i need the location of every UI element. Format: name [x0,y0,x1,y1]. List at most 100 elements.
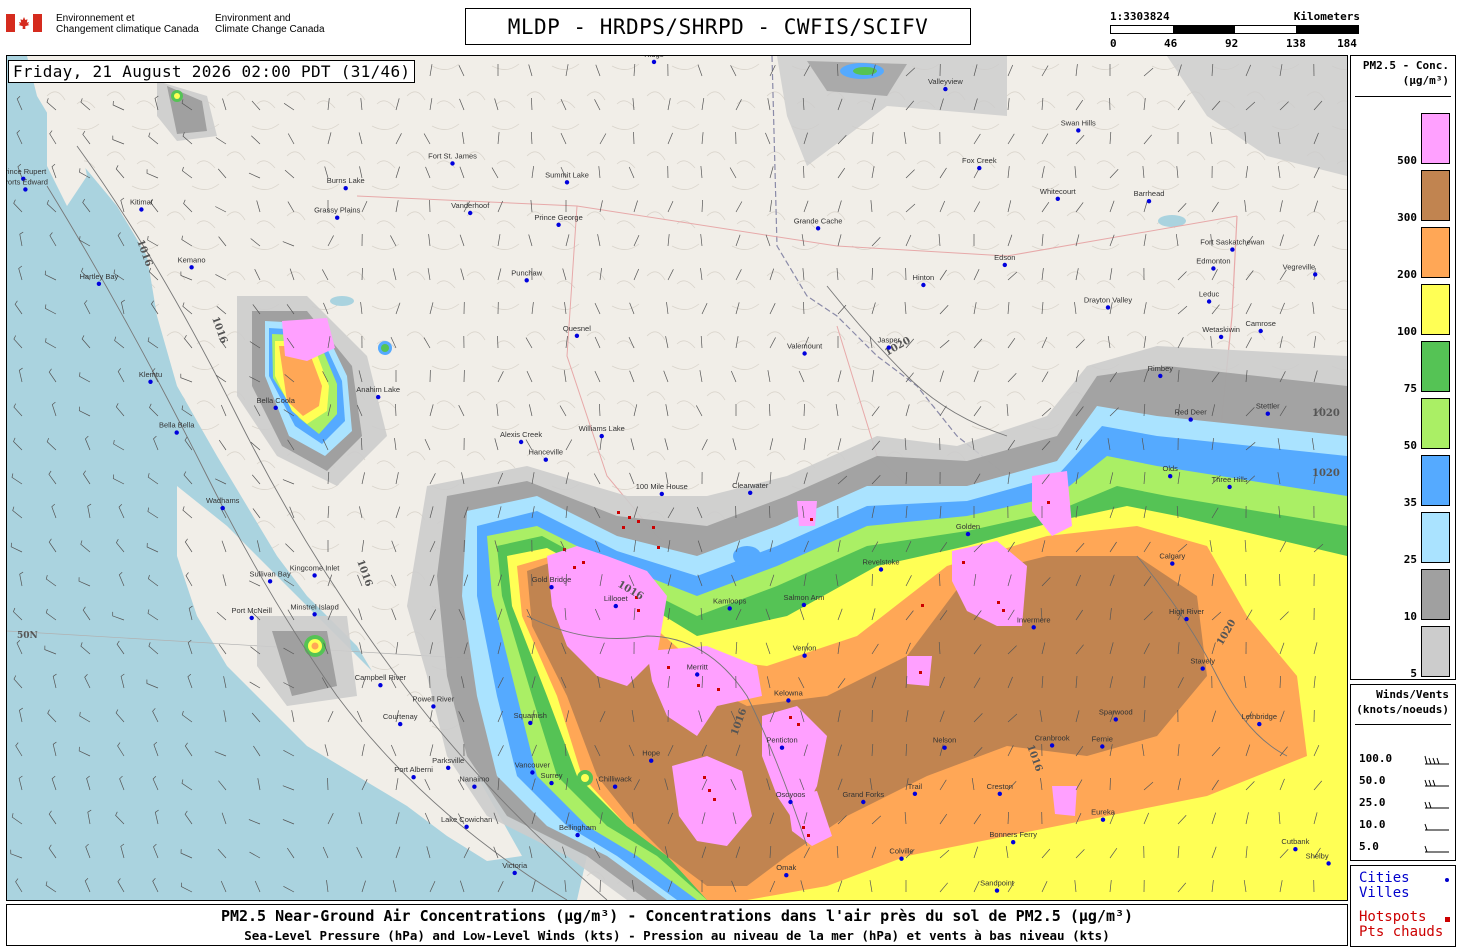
city-label: Courtenay [383,712,418,721]
city-label: Golden [956,522,980,531]
city-label: Barrhead [1134,189,1165,198]
city-label: Hinton [913,273,935,282]
legend-label-100: 100 [1397,325,1417,338]
wind-barb-icon [1424,823,1449,831]
city-dot [878,567,884,572]
city-label: Edson [994,253,1015,262]
city-dot [788,799,793,805]
wind-legend-row: 50.0 [1359,774,1451,790]
city-dot [220,505,225,511]
city-dot [1105,305,1111,310]
city-dot [335,215,340,220]
city-label: Lethbridge [1242,712,1277,721]
city-dot [524,278,529,283]
wind-legend-title: Winds/Vents (knots/noeuds) [1356,688,1449,716]
city-dot [376,394,381,400]
legend-label-35: 35 [1403,496,1417,509]
city-label: Stettler [1256,402,1280,411]
scale-tick: 0 [1110,37,1117,50]
scale-tick: 46 [1164,37,1178,50]
city-dot [543,457,548,462]
city-label: Vanderhoof [451,201,490,210]
wind-barb [1109,777,1111,791]
footer-caption: PM2.5 Near-Ground Air Concentrations (µg… [6,904,1348,946]
city-label: Nanaimo [459,775,489,784]
city-label: Fort Saskatchewan [1200,238,1264,247]
city-dot-icon [1445,878,1449,882]
city-label: Williams Lake [579,424,625,433]
city-label: Bella Bella [159,421,195,430]
legend-swatch-200 [1421,227,1450,278]
city-label: Port McNeill [231,606,272,615]
city-dot [468,210,473,216]
city-dot [139,207,144,212]
city-dot [464,824,469,829]
city-dot [450,161,455,166]
city-label: Eureka [1091,808,1116,817]
city-label: Cutbank [1281,837,1309,846]
city-label: Grassy Plains [314,206,361,215]
pm25-legend: PM2.5 - Conc. (µg/m³) 500 300 200 100 75 50 35 2… [1350,55,1456,680]
legend-label-75: 75 [1403,382,1417,395]
city-dot [267,579,273,584]
city-label: Trail [908,782,923,791]
city-dot [1113,717,1119,722]
city-label: Surrey [540,771,562,780]
city-dot [1206,299,1212,304]
wind-barb-icon [1424,845,1449,853]
city-dot [942,745,947,750]
city-dot [815,226,821,231]
city-dot [659,491,664,497]
city-dot [1293,847,1298,852]
city-dot [1049,743,1055,748]
city-label: Kingcome Inlet [290,563,341,572]
pm25-legend-title: PM2.5 - Conc. (µg/m³) [1362,59,1449,87]
scale-bar-graphic [1110,25,1359,34]
legend-swatch-75 [1421,341,1450,392]
scale-tick: 138 [1286,37,1306,50]
city-dot [1100,817,1106,822]
city-dot [1313,272,1318,277]
footer-title: PM2.5 Near-Ground Air Concentrations (µg… [220,907,1134,925]
divider [1355,96,1451,97]
city-dot [1100,744,1105,749]
city-dot [1170,561,1175,566]
wind-legend: Winds/Vents (knots/noeuds) 100.0 50.0 25.0 1… [1350,684,1456,861]
city-dot [528,720,533,726]
city-label: Leduc [1199,290,1220,299]
scale-tick: 184 [1337,37,1357,50]
city-dot [378,683,383,688]
city-dot [556,222,561,227]
map-view[interactable]: 1016 1016 1016 1016 1016 1016 1020 1020 … [6,55,1348,901]
hotspots-legend-label: Hotspots Pts chauds [1359,909,1444,940]
city-label: Campbell River [355,673,407,682]
agency-name-french: Environnement et Changement climatique Ca… [56,13,199,35]
city-dot [1257,721,1262,727]
legend-swatch-5 [1421,626,1450,677]
map-canvas[interactable]: 1016 1016 1016 1016 1016 1016 1020 1020 … [7,56,1347,900]
city-dot [779,745,785,750]
city-dot [512,870,517,876]
legend-label-50: 50 [1403,439,1417,452]
scale-ratio: 1:3303824 [1110,10,1170,23]
lake [330,296,354,306]
city-label: Summit Lake [545,170,589,179]
city-dot [1184,616,1189,622]
city-dot [1055,196,1061,201]
scale-bar: 1:3303824 Kilometers 0 46 92 138 184 [1110,10,1360,50]
city-label: Kelowna [774,689,804,698]
city-dot [564,180,570,185]
city-dot [518,439,524,445]
city-label: Gold Bridge [532,575,572,584]
svg-text:1020: 1020 [1312,468,1340,479]
city-dot [343,186,348,191]
city-label: High River [1169,607,1205,616]
city-label: Victoria [502,861,528,870]
city-dot [398,721,403,727]
city-label: Camrose [1245,319,1275,328]
city-dot [1158,373,1163,379]
scale-tick: 92 [1225,37,1239,50]
city-label: Grand Forks [842,790,884,799]
parallel-label: 50N [17,631,38,641]
city-dot [312,573,317,578]
